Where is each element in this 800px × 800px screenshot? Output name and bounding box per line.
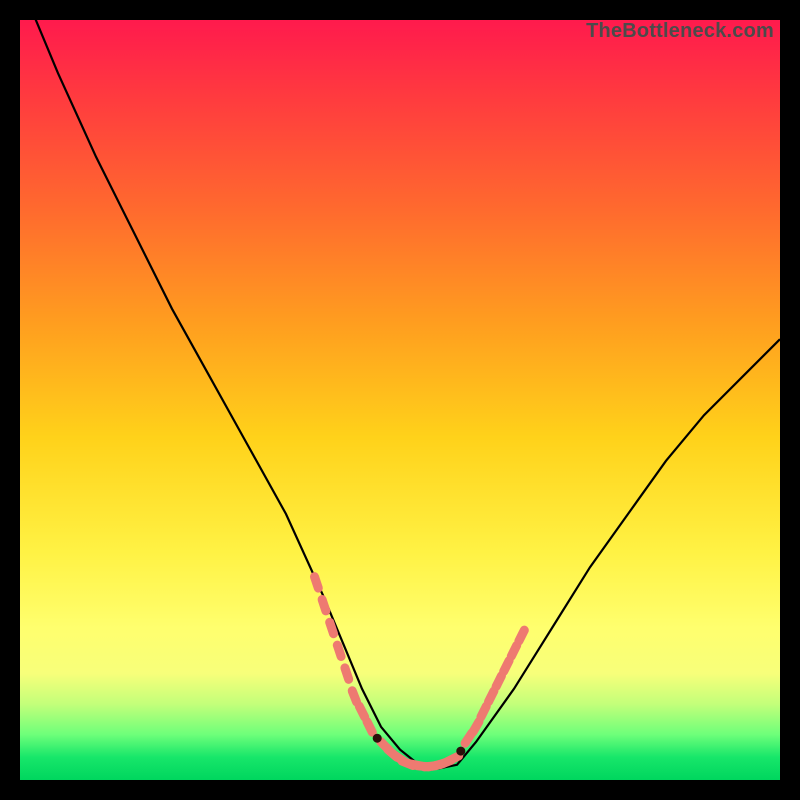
marker-cluster-pink xyxy=(315,577,525,767)
marker-bead xyxy=(504,661,509,672)
marker-bead xyxy=(473,722,479,732)
marker-bead xyxy=(352,691,356,702)
marker-bead xyxy=(511,645,516,656)
marker-bead xyxy=(359,706,364,717)
bottleneck-curve xyxy=(20,20,780,769)
chart-gradient-area: TheBottleneck.com xyxy=(20,20,780,780)
marker-bead xyxy=(337,645,341,656)
marker-bead xyxy=(367,721,372,732)
curve-group xyxy=(20,20,780,769)
marker-bead xyxy=(345,668,349,679)
marker-bead xyxy=(448,756,459,761)
marker-node xyxy=(456,747,465,756)
marker-node xyxy=(373,734,382,743)
marker-bead xyxy=(489,691,494,702)
marker-bead xyxy=(330,622,334,633)
marker-bead xyxy=(481,706,486,717)
marker-bead xyxy=(496,676,501,687)
watermark-text: TheBottleneck.com xyxy=(586,20,774,43)
marker-bead xyxy=(519,630,524,641)
marker-bead xyxy=(322,600,326,611)
marker-bead xyxy=(315,577,319,588)
chart-svg xyxy=(20,20,780,780)
